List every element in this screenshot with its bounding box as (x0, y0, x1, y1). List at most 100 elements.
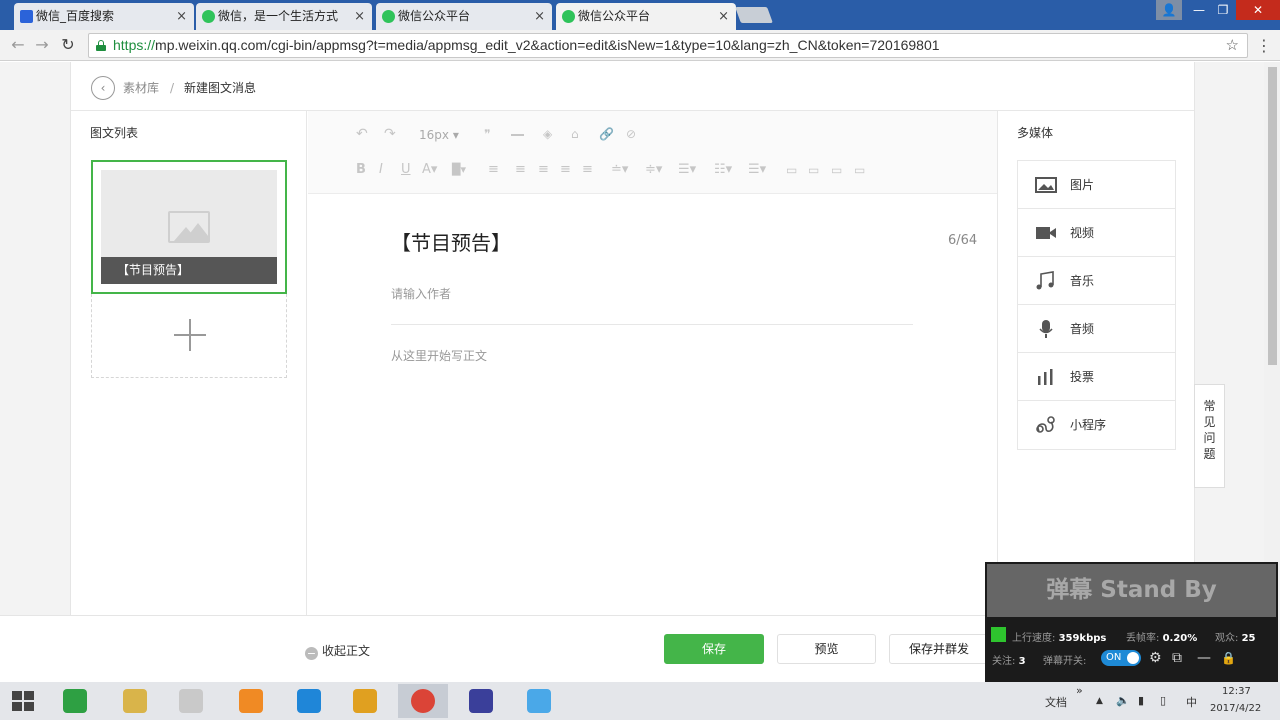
format-painter-icon[interactable]: ◈ (543, 126, 552, 142)
taskbar-app-uc-browser[interactable] (226, 684, 276, 718)
minimize-window-button[interactable]: — (1186, 0, 1212, 20)
bird-app-icon (297, 689, 321, 713)
float-none-icon[interactable]: ▭ (808, 162, 819, 178)
clear-format-icon[interactable]: ⌂ (571, 126, 579, 142)
browser-tab-mp-1[interactable]: 微信公众平台 × (376, 3, 552, 30)
font-size-dropdown[interactable]: 16px ▾ (419, 127, 459, 143)
paragraph-spacing-icon[interactable]: ≑▾ (645, 162, 662, 178)
align-center-icon[interactable]: ≡ (538, 162, 549, 178)
collapse-body-button[interactable]: − 收起正文 (305, 642, 370, 660)
reload-icon[interactable]: ↻ (58, 35, 78, 55)
align-left-icon[interactable]: ≡ (515, 162, 526, 178)
show-hidden-icons[interactable]: ▲ (1096, 696, 1103, 706)
media-item-music[interactable]: 音乐 (1018, 257, 1175, 305)
media-item-label: 音频 (1070, 322, 1095, 336)
background-color-icon[interactable]: █▾ (452, 162, 466, 178)
link-icon[interactable]: 🔗 (599, 126, 614, 142)
back-arrow-icon[interactable]: ← (8, 35, 28, 55)
close-window-button[interactable]: ✕ (1236, 0, 1280, 20)
blockquote-icon[interactable]: ❞ (484, 126, 490, 142)
unlink-icon[interactable]: ⊘ (626, 126, 636, 142)
article-body-editor[interactable]: 从这里开始写正文 (391, 346, 951, 366)
redo-icon[interactable]: ↷ (384, 126, 396, 142)
browser-tab-wechat-home[interactable]: 微信，是一个生活方式 × (196, 3, 372, 30)
unordered-list-icon[interactable]: ☰▾ (748, 162, 766, 178)
volume-icon[interactable]: 🔈 (1116, 694, 1130, 707)
save-and-publish-button[interactable]: 保存并群发 (889, 634, 989, 664)
align-justify-icon[interactable]: ≡ (582, 162, 593, 178)
back-circle-icon[interactable]: ‹ (91, 76, 115, 100)
toolbar-expand-icon[interactable]: » (1076, 684, 1083, 697)
font-color-icon[interactable]: A▾ (422, 162, 437, 178)
breadcrumb-library-link[interactable]: 素材库 (123, 75, 159, 101)
media-item-mini-program[interactable]: 小程序 (1018, 401, 1175, 449)
float-left-icon[interactable]: ▭ (786, 162, 797, 178)
preview-button[interactable]: 预览 (777, 634, 876, 664)
close-icon[interactable]: × (718, 3, 729, 30)
underline-icon[interactable]: U (401, 162, 411, 178)
taskbar-app-tools[interactable] (166, 684, 216, 718)
baidu-paw-icon (20, 10, 33, 23)
bookmark-star-icon[interactable]: ☆ (1226, 34, 1239, 57)
taskbar-app-live-app[interactable] (514, 684, 564, 718)
ordered-list-icon[interactable]: ☷▾ (714, 162, 732, 178)
settings-gear-icon[interactable]: ⚙ (1149, 650, 1162, 666)
media-item-label: 图片 (1070, 178, 1095, 192)
article-card[interactable]: 【节目预告】 (91, 160, 287, 294)
float-right-icon[interactable]: ▭ (831, 162, 842, 178)
restore-window-button[interactable]: ❐ (1210, 0, 1236, 20)
undo-icon[interactable]: ↶ (356, 126, 368, 142)
close-icon[interactable]: × (354, 3, 365, 30)
line-height-icon[interactable]: ≐▾ (611, 162, 628, 178)
save-button[interactable]: 保存 (664, 634, 764, 664)
indent-spacing-icon[interactable]: ☰▾ (678, 162, 696, 178)
browser-tab-baidu[interactable]: 微信_百度搜索 × (14, 3, 194, 30)
windows-taskbar: 文档 » ▲ 🔈 ▮ ▯ 中 12:37 2017/4/22 (0, 682, 1280, 720)
faq-button[interactable]: 常 见 问 题 (1194, 384, 1225, 488)
minimize-icon[interactable]: — (1197, 650, 1211, 666)
media-item-image[interactable]: 图片 (1018, 161, 1175, 209)
article-list-panel: 图文列表 【节目预告】 (71, 111, 307, 682)
user-profile-icon[interactable]: 👤 (1156, 0, 1182, 20)
taskbar-app-infinity-app[interactable] (456, 684, 506, 718)
media-item-video[interactable]: 视频 (1018, 209, 1175, 257)
author-input[interactable]: 请输入作者 (391, 284, 911, 304)
forward-arrow-icon[interactable]: → (32, 35, 52, 55)
image-icon (1035, 177, 1057, 193)
indent-icon[interactable]: ≡ (488, 162, 499, 178)
clock-date[interactable]: 2017/4/22 (1210, 703, 1261, 714)
windows-start-icon[interactable] (12, 691, 34, 711)
lock-icon[interactable]: 🔒 (1221, 650, 1236, 666)
taskbar-app-search-app[interactable] (340, 684, 390, 718)
taskbar-app-bird-app[interactable] (284, 684, 334, 718)
taskbar-app-chrome[interactable] (398, 684, 448, 718)
window-toggle-icon[interactable]: ⧉ (1172, 650, 1182, 666)
add-article-button[interactable] (91, 294, 287, 378)
new-tab-button[interactable] (735, 7, 773, 23)
float-center-icon[interactable]: ▭ (854, 162, 865, 178)
browser-menu-icon[interactable]: ⋮ (1256, 36, 1272, 55)
clock-time[interactable]: 12:37 (1222, 686, 1251, 697)
close-icon[interactable]: × (176, 3, 187, 30)
align-right-icon[interactable]: ≡ (560, 162, 571, 178)
media-item-audio[interactable]: 音频 (1018, 305, 1175, 353)
horizontal-rule-icon[interactable] (511, 134, 524, 136)
close-icon[interactable]: × (534, 3, 545, 30)
battery-icon[interactable]: ▯ (1160, 694, 1166, 707)
danmaku-header: 弹幕 Stand By (987, 564, 1276, 617)
media-item-vote[interactable]: 投票 (1018, 353, 1175, 401)
network-icon[interactable]: ▮ (1138, 694, 1144, 707)
taskbar-app-file-explorer[interactable] (110, 684, 160, 718)
media-panel-title: 多媒体 (1017, 126, 1054, 140)
italic-icon[interactable]: I (379, 162, 383, 178)
scrollbar-thumb[interactable] (1268, 67, 1277, 365)
tray-toolbar-label[interactable]: 文档 (1045, 694, 1067, 710)
bold-icon[interactable]: B (356, 162, 366, 178)
taskbar-app-store[interactable] (50, 684, 100, 718)
article-title-input[interactable]: 【节目预告】 (391, 227, 931, 259)
store-icon (63, 689, 87, 713)
ime-indicator[interactable]: 中 (1186, 694, 1197, 710)
address-bar[interactable]: https://mp.weixin.qq.com/cgi-bin/appmsg?… (88, 33, 1248, 58)
danmaku-toggle[interactable]: ON (1101, 650, 1141, 666)
browser-tab-mp-active[interactable]: 微信公众平台 × (556, 3, 736, 30)
